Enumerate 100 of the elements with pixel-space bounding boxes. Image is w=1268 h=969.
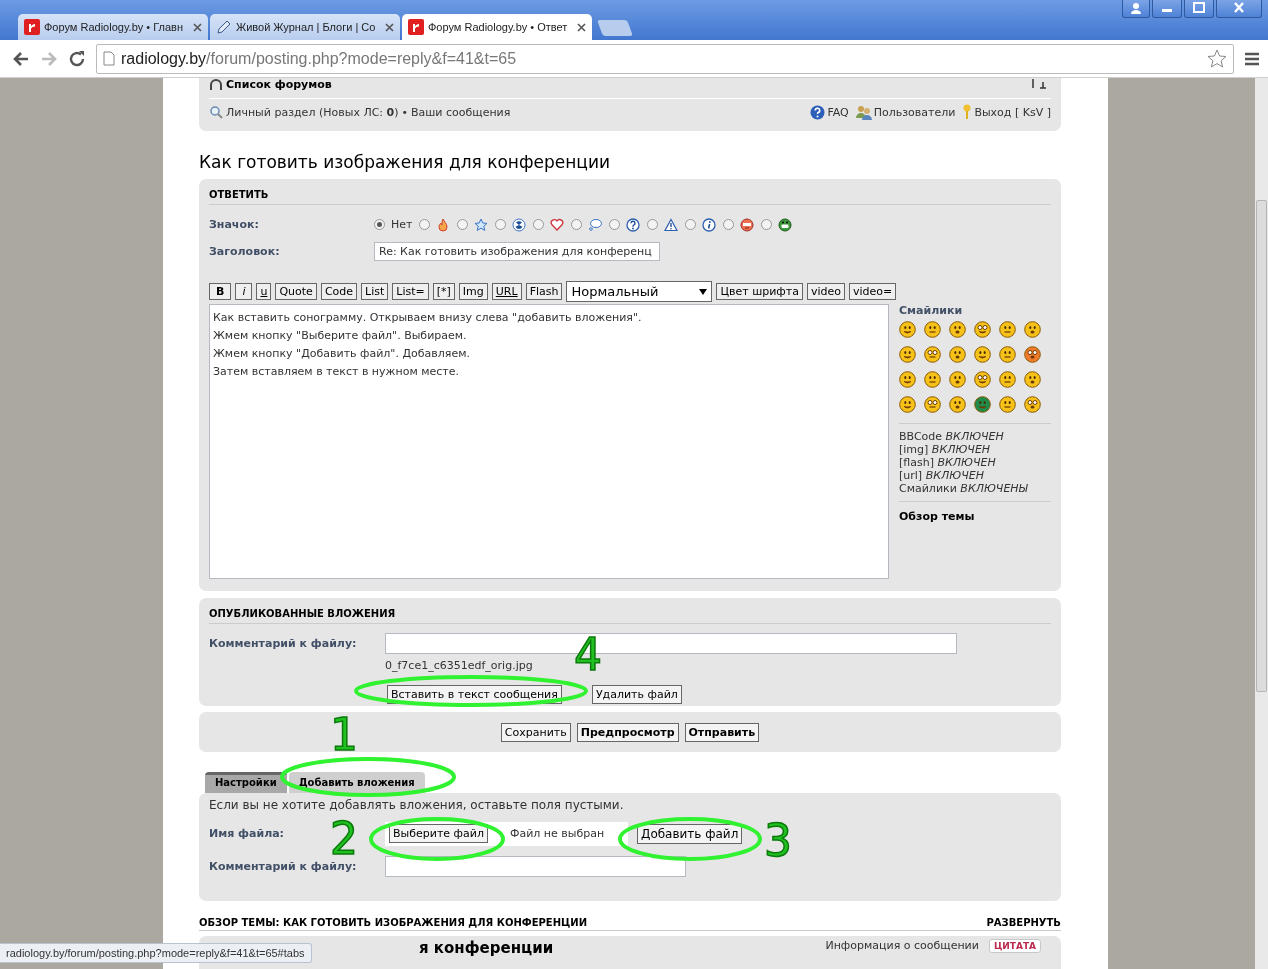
minimize-icon[interactable] — [1152, 0, 1182, 18]
radio-button[interactable] — [419, 219, 431, 230]
format-button[interactable]: i — [235, 283, 253, 300]
format-button[interactable]: Flash — [525, 283, 563, 300]
radio-button[interactable] — [723, 219, 735, 230]
personal-area-link[interactable]: Личный раздел (Новых ЛС: 0) — [226, 105, 399, 119]
format-button[interactable]: Цвет шрифта — [716, 283, 803, 300]
submit-button[interactable]: Отправить — [684, 722, 760, 742]
field-label: Значок: — [209, 218, 260, 231]
smiley-icon[interactable] — [1024, 321, 1041, 338]
back-icon[interactable] — [12, 50, 30, 67]
field-label: Комментарий к файлу: — [209, 637, 358, 650]
message-field[interactable]: Как вставить сонограмму. Открываем внизу слева "добавить вложения". Жмем кнопку "Выберите файл". Выбираем. Жмем кнопку "Добавить файл". Добавляем. Затем вставляем в текст в нужном месте. — [209, 304, 889, 579]
nav-link[interactable]: Пользователи — [873, 105, 956, 119]
new-tab-button[interactable] — [597, 20, 633, 36]
setting-status: BBCode ВКЛЮЧЕН — [899, 430, 1005, 443]
format-button[interactable]: video — [806, 283, 845, 300]
smiley-icon[interactable] — [1024, 396, 1041, 413]
radio-button[interactable] — [374, 219, 385, 230]
browser-tab[interactable]: Форум Radiology.by • Ответ — [402, 14, 592, 40]
smiley-icon[interactable] — [899, 346, 916, 363]
form-tab[interactable]: Настройки — [205, 772, 287, 793]
menu-icon[interactable] — [1244, 51, 1260, 66]
nav-link[interactable]: FAQ — [827, 105, 849, 119]
quote-button[interactable]: ЦИТАТА — [988, 939, 1041, 953]
forum-list-link[interactable]: Список форумов — [226, 78, 332, 91]
profile-icon[interactable] — [1122, 0, 1150, 18]
radio-button[interactable] — [457, 219, 469, 230]
format-button[interactable]: u — [256, 283, 272, 300]
smiley-icon[interactable] — [999, 321, 1016, 338]
section-header: ОПУБЛИКОВАННЫЕ ВЛОЖЕНИЯ — [209, 604, 1051, 624]
attachment-button[interactable]: Удалить файл — [591, 685, 682, 704]
setting-status: [flash] ВКЛЮЧЕН — [899, 456, 997, 469]
reload-icon[interactable] — [68, 49, 86, 68]
maximize-icon[interactable] — [1184, 0, 1214, 18]
format-button[interactable]: URL — [491, 283, 522, 300]
radio-button[interactable] — [571, 219, 583, 230]
format-button[interactable]: video= — [848, 283, 897, 300]
separator-dot: • — [401, 105, 408, 119]
format-button[interactable]: List — [361, 283, 389, 300]
file-input[interactable]: Выберите файл Файл не выбран — [385, 821, 628, 846]
smiley-icon[interactable] — [899, 321, 916, 338]
smiley-icon[interactable] — [924, 371, 941, 388]
format-button[interactable]: Img — [458, 283, 488, 300]
nav-link[interactable]: Выход [ KsV ] — [974, 105, 1051, 119]
smiley-icon[interactable] — [924, 346, 941, 363]
close-icon[interactable] — [385, 22, 394, 32]
radio-button[interactable] — [761, 219, 773, 230]
add-file-button[interactable]: Добавить файл — [637, 823, 743, 844]
file-name: 0_f7ce1_c6351edf_orig.jpg — [385, 659, 534, 672]
font-size-select[interactable]: Нормальный — [566, 281, 713, 302]
smiley-icon[interactable] — [999, 371, 1016, 388]
submit-button[interactable]: Предпросмотр — [576, 722, 679, 742]
smiley-icon[interactable] — [1024, 346, 1041, 363]
smiley-icon[interactable] — [999, 396, 1016, 413]
format-button[interactable]: B — [209, 283, 232, 300]
close-icon[interactable] — [1216, 0, 1262, 18]
smiley-icon[interactable] — [949, 371, 966, 388]
smiley-icon[interactable] — [1024, 371, 1041, 388]
smiley-icon[interactable] — [974, 346, 991, 363]
radio-button[interactable] — [495, 219, 507, 230]
smilies-title: Смайлики — [899, 304, 964, 317]
smiley-icon[interactable] — [949, 321, 966, 338]
smiley-icon[interactable] — [924, 321, 941, 338]
smiley-icon[interactable] — [899, 371, 916, 388]
close-icon[interactable] — [577, 22, 586, 32]
expand-link[interactable]: РАЗВЕРНУТЬ — [986, 917, 1061, 928]
radio-button[interactable] — [647, 219, 659, 230]
form-tab[interactable]: Добавить вложения — [288, 772, 425, 793]
choose-file-button[interactable]: Выберите файл — [389, 824, 488, 843]
smiley-icon[interactable] — [974, 396, 991, 413]
star-icon[interactable] — [1207, 49, 1227, 68]
radio-button[interactable] — [533, 219, 545, 230]
format-button[interactable]: Code — [320, 283, 358, 300]
address-bar[interactable]: radiology.by/forum/posting.php?mode=reply&f=41&t=65 — [96, 43, 1234, 74]
format-button[interactable]: List= — [392, 283, 429, 300]
radio-button[interactable] — [609, 219, 621, 230]
smiley-icon[interactable] — [999, 346, 1016, 363]
messages-link[interactable]: Ваши сообщения — [411, 105, 511, 119]
browser-tab[interactable]: Живой Журнал | Блоги | Со — [210, 14, 400, 40]
comment-field[interactable] — [385, 856, 686, 877]
format-button[interactable]: [*] — [432, 283, 455, 300]
smiley-icon[interactable] — [924, 396, 941, 413]
smiley-icon[interactable] — [949, 396, 966, 413]
radio-button[interactable] — [685, 219, 697, 230]
smiley-icon[interactable] — [899, 396, 916, 413]
smiley-icon[interactable] — [949, 346, 966, 363]
format-button[interactable]: Quote — [275, 283, 317, 300]
field-label: Имя файла: — [209, 827, 285, 840]
browser-tab[interactable]: Форум Radiology.by • Главн — [18, 14, 208, 40]
setting-status: [url] ВКЛЮЧЕН — [899, 469, 985, 482]
smiley-icon[interactable] — [974, 371, 991, 388]
submit-button[interactable]: Сохранить — [500, 722, 571, 742]
subject-field[interactable]: Re: Как готовить изображения для конференц — [374, 242, 660, 261]
topic-review-link[interactable]: Обзор темы — [899, 501, 1051, 523]
close-icon[interactable] — [193, 22, 202, 32]
post-info-link[interactable]: Информация о сообщении — [825, 939, 979, 952]
smiley-icon[interactable] — [974, 321, 991, 338]
post-icon — [550, 217, 565, 232]
scrollbar[interactable] — [1255, 78, 1268, 969]
